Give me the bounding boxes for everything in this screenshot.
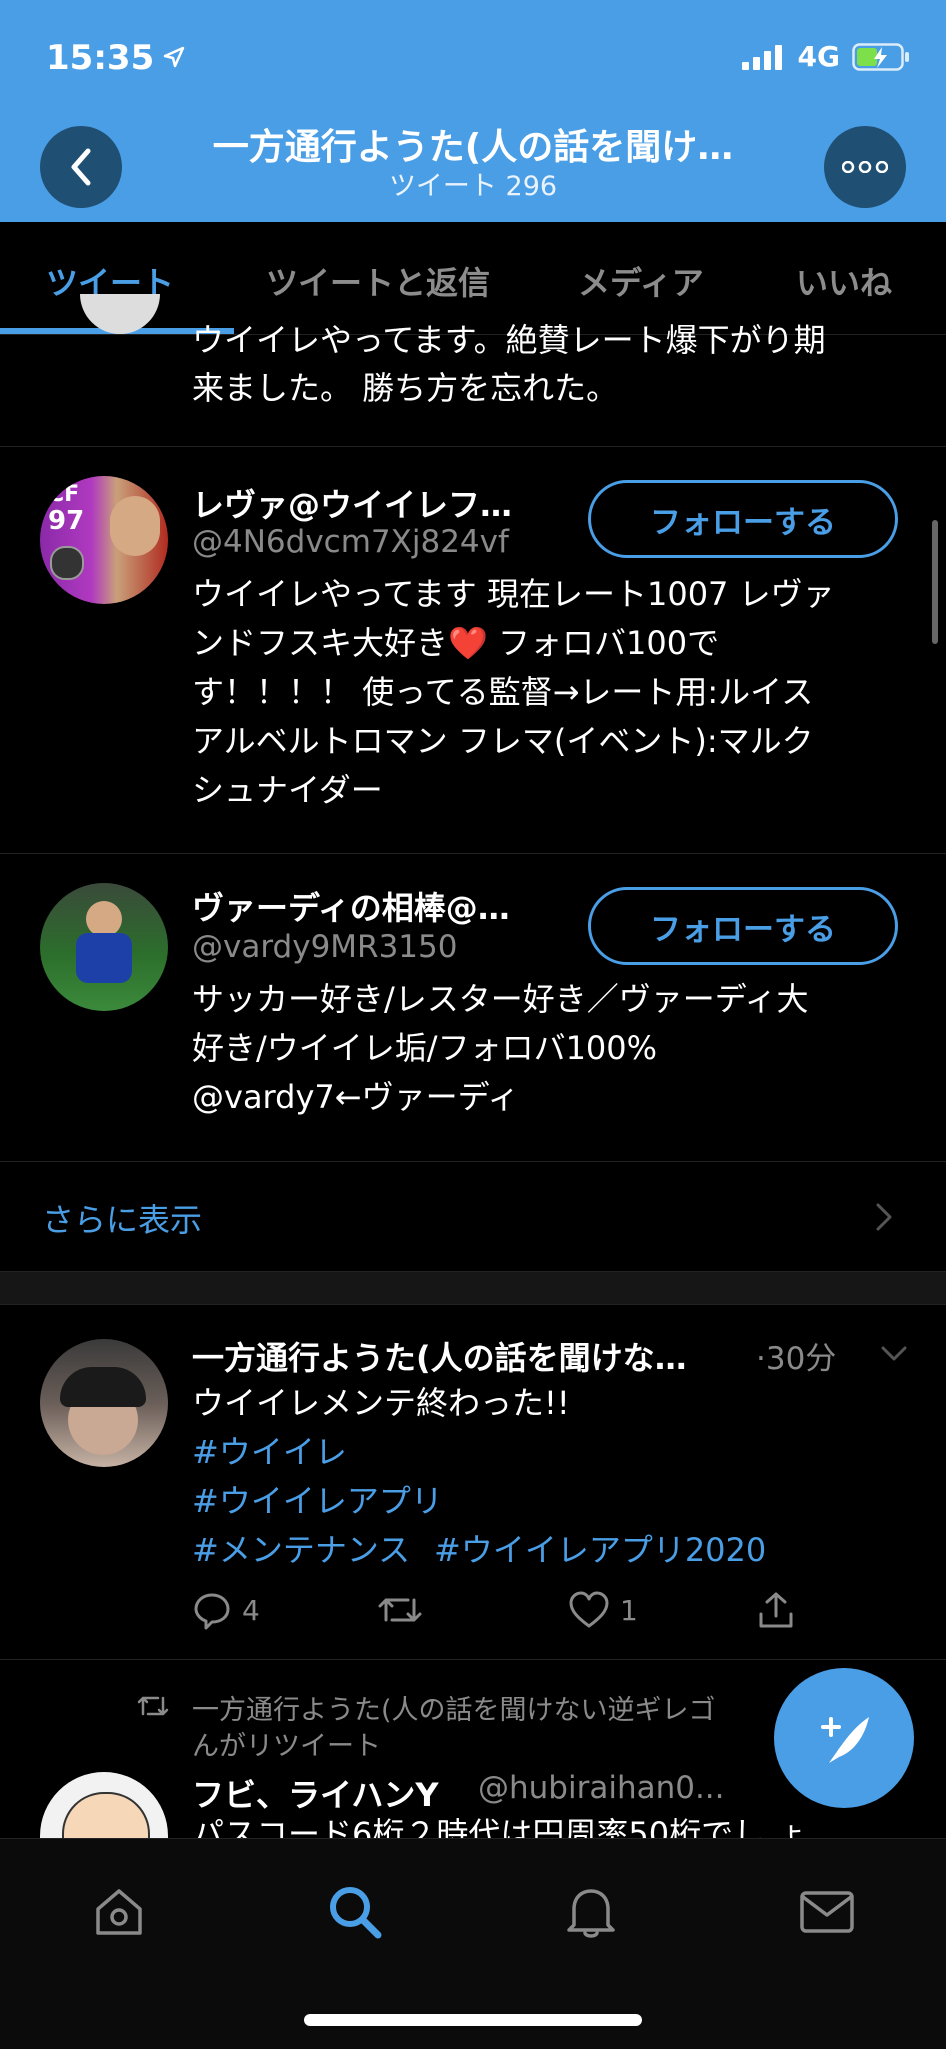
hashtag[interactable]: #ウイイレアプリ xyxy=(192,1477,443,1526)
follow-button[interactable]: フォローする xyxy=(588,480,898,558)
tweet-text: パスコード6桁２時代は円周率50桁でし ょ xyxy=(192,1815,808,1838)
home-indicator xyxy=(304,2014,642,2026)
nav-messages[interactable] xyxy=(792,1877,862,1947)
user-list-item[interactable]: CF 97 レヴァ@ウイイレフ… @4N6dvcm7Xj824vf フォローする… xyxy=(0,446,946,854)
retweet-context: 一方通行ようた(人の話を聞けない逆ギレゴ xyxy=(192,1695,716,1726)
tweet-time: ·30分 xyxy=(756,1341,837,1377)
user-bio: ウイイレやってます 現在レート1007 レヴァ ンドフスキ大好き❤️ フォロバ1… xyxy=(192,570,912,815)
signal-icon xyxy=(741,44,782,70)
avatar[interactable] xyxy=(40,883,168,1011)
scrollbar[interactable] xyxy=(932,520,938,644)
nav-search[interactable] xyxy=(320,1877,390,1947)
home-icon xyxy=(96,1889,142,1935)
avatar[interactable]: CF 97 xyxy=(40,476,168,604)
tab-tweets-and-replies[interactable]: ツイートと返信 xyxy=(266,258,490,304)
like-icon xyxy=(569,1591,609,1628)
bio-line: アルベルトロマン フレマ(イベント):マルク xyxy=(192,722,814,760)
messages-icon xyxy=(800,1891,854,1933)
user-handle: @4N6dvcm7Xj824vf xyxy=(192,524,509,560)
bio-line: シュナイダー xyxy=(192,771,383,809)
status-time: 15:35 xyxy=(46,38,155,78)
user-name: レヴァ@ウイイレフ… xyxy=(192,486,513,524)
hashtag[interactable]: #ウイイレアプリ2020 xyxy=(434,1526,766,1575)
location-arrow-icon xyxy=(163,46,185,68)
page-title: 一方通行ようた(人の話を聞け… xyxy=(212,127,734,168)
nav-home[interactable] xyxy=(84,1877,154,1947)
avatar[interactable] xyxy=(40,1772,168,1838)
back-button[interactable] xyxy=(40,126,122,208)
retweet-button[interactable] xyxy=(376,1590,424,1630)
follow-button[interactable]: フォローする xyxy=(588,887,898,965)
section-divider xyxy=(0,1271,946,1305)
compose-icon xyxy=(821,1717,869,1763)
tweet[interactable]: 一方通行ようた(人の話を聞けな… ·30分 ウイイレメンテ終わった!! #ウイイ… xyxy=(0,1303,946,1660)
avatar-badge-position: CF xyxy=(48,482,80,507)
chevron-right-icon xyxy=(876,1203,892,1231)
bio-line: ウイイレやってます。絶賛レート爆下がり期 xyxy=(192,321,826,359)
network-label: 4G xyxy=(797,40,840,73)
user-name: ヴァーディの相棒@… xyxy=(192,889,510,927)
retweet-context: んがリツイート xyxy=(192,1731,381,1762)
show-more-link[interactable]: さらに表示 xyxy=(42,1195,202,1241)
back-arrow-icon xyxy=(71,148,91,186)
share-icon xyxy=(759,1592,793,1628)
tweet-author: 一方通行ようた(人の話を聞けな… xyxy=(192,1339,687,1377)
tab-media[interactable]: メディア xyxy=(578,258,704,304)
bio-line: す！！！！ 使ってる監督→レート用:ルイス xyxy=(192,673,814,711)
retweet-icon xyxy=(378,1598,422,1622)
tweet-count: ツイート 296 xyxy=(388,171,558,202)
user-list-item[interactable]: ヴァーディの相棒@… @vardy9MR3150 フォローする サッカー好き/レ… xyxy=(0,853,946,1162)
show-more-row[interactable]: さらに表示 xyxy=(0,1161,946,1271)
hashtag[interactable]: #ウイイレ xyxy=(192,1428,347,1477)
tweet-handle: @hubiraihan0... xyxy=(478,1770,725,1806)
status-indicators: 4G xyxy=(741,40,910,73)
retweet-icon xyxy=(137,1696,169,1716)
reply-icon xyxy=(194,1593,230,1630)
bio-line: 来ました。 勝ち方を忘れた。 xyxy=(192,369,619,407)
hashtag[interactable]: #メンテナンス xyxy=(192,1526,410,1575)
user-bio: サッカー好き/レスター好き／ヴァーディ大 好き/ウイイレ垢/フォロバ100% @… xyxy=(192,975,912,1122)
like-count: 1 xyxy=(620,1593,638,1627)
bio-line: @vardy7←ヴァーディ xyxy=(192,1078,520,1116)
list-item[interactable]: ウイイレやってます。絶賛レート爆下がり期 来ました。 勝ち方を忘れた。 xyxy=(0,294,946,447)
bio-line: ンドフスキ大好き❤️ フォロバ100で xyxy=(192,624,720,662)
chevron-down-icon[interactable] xyxy=(880,1345,908,1363)
more-options-button[interactable] xyxy=(824,126,906,208)
bio-line: ウイイレやってます 現在レート1007 レヴァ xyxy=(192,575,835,613)
profile-header: 15:35 4G 一方通行ようた(人の話を聞け… ツイート 296 xyxy=(0,0,946,222)
bio-line: サッカー好き/レスター好き／ヴァーディ大 xyxy=(192,980,809,1018)
more-dots-icon xyxy=(842,161,888,173)
tab-likes[interactable]: いいね xyxy=(796,258,892,304)
tweet-text: ウイイレメンテ終わった!! xyxy=(192,1384,570,1422)
share-button[interactable] xyxy=(756,1590,796,1630)
user-handle: @vardy9MR3150 xyxy=(192,929,458,965)
compose-button[interactable] xyxy=(774,1668,914,1808)
avatar-badge-rating: 97 xyxy=(48,506,85,536)
notifications-icon xyxy=(567,1889,615,1938)
reply-button[interactable]: 4 xyxy=(192,1590,260,1630)
avatar[interactable] xyxy=(40,1339,168,1467)
bio-line: 好き/ウイイレ垢/フォロバ100% xyxy=(192,1029,658,1067)
search-icon xyxy=(330,1887,382,1939)
like-button[interactable]: 1 xyxy=(568,1590,638,1630)
nav-notifications[interactable] xyxy=(556,1877,626,1947)
battery-icon xyxy=(852,42,909,71)
reply-count: 4 xyxy=(242,1593,260,1627)
